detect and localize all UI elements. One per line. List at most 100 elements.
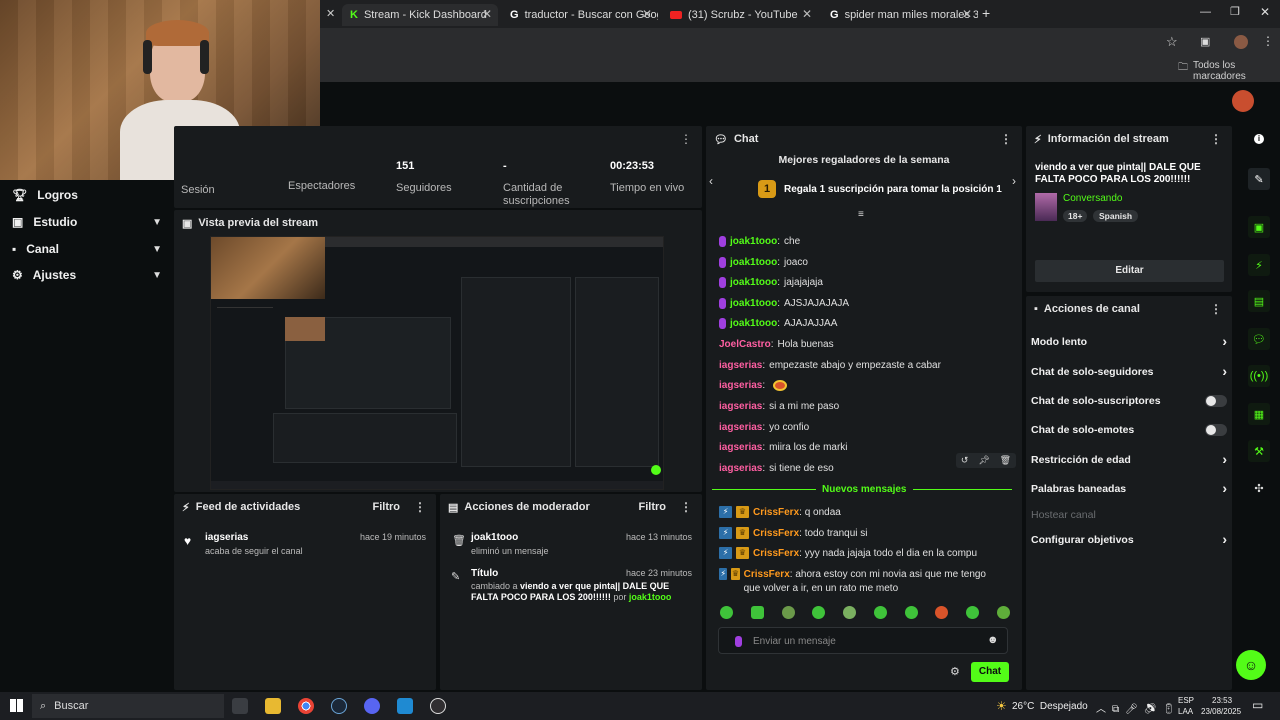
- chat-username[interactable]: iagserias: [719, 463, 762, 474]
- new-messages-label[interactable]: Nuevos mensajes: [816, 484, 913, 495]
- gift-sub-cta[interactable]: Regala 1 suscripción para tomar la posic…: [784, 184, 1002, 195]
- activity-filter-button[interactable]: Filtro: [373, 501, 401, 513]
- minimize-icon[interactable]: —: [1200, 6, 1211, 18]
- chat-username[interactable]: joak1tooo: [730, 318, 777, 329]
- edit-stream-button[interactable]: Editar: [1035, 260, 1224, 282]
- chat-message[interactable]: joak1tooo: AJSJAJAJAJA: [719, 298, 849, 309]
- close-tab-icon[interactable]: ✕: [962, 7, 972, 21]
- chat-send-button[interactable]: Chat: [971, 662, 1009, 682]
- tab-kick-dashboard[interactable]: K Stream - Kick Dashboard ✕: [342, 4, 498, 26]
- chat-message[interactable]: joak1tooo: jajajajaja: [719, 277, 823, 288]
- sidebar-item-estudio[interactable]: ▣ Estudio ▼: [12, 215, 162, 229]
- chat-message[interactable]: ⚡︎ ♛ CrissFerx: yyy nada jajaja todo el di…: [719, 547, 999, 561]
- mod-action-user[interactable]: joak1tooo: [471, 532, 518, 543]
- chat-username[interactable]: joak1tooo: [730, 257, 777, 268]
- chat-message[interactable]: iagserias:: [719, 380, 788, 391]
- bookmark-star-icon[interactable]: ☆: [1166, 34, 1178, 50]
- task-view-icon[interactable]: [232, 698, 248, 714]
- chat-username[interactable]: iagserias: [719, 360, 762, 371]
- chat-message[interactable]: ⚡︎ ♛ CrissFerx: todo tranqui si: [719, 527, 999, 541]
- mod-filter-button[interactable]: Filtro: [639, 501, 667, 513]
- emote-icon[interactable]: [720, 606, 733, 619]
- sidebar-item-canal[interactable]: ▪ Canal ▼: [12, 242, 162, 256]
- channel-action-6[interactable]: Palabras baneadas ›: [1031, 480, 1227, 496]
- clock-date[interactable]: 23/08/2025: [1201, 707, 1241, 716]
- chat-username[interactable]: CrissFerx: [753, 507, 799, 518]
- sidebar-item-logros[interactable]: 🏆︎ Logros: [12, 188, 162, 202]
- more-options-icon[interactable]: ⋮: [680, 500, 692, 514]
- chat-message[interactable]: iagserias: yo confio: [719, 422, 809, 433]
- emoji-picker-icon[interactable]: ☻: [987, 634, 999, 646]
- delete-icon[interactable]: 🗑︎: [1000, 455, 1011, 466]
- chat-username[interactable]: iagserias: [719, 442, 762, 453]
- pin-icon[interactable]: 📌︎: [978, 455, 989, 466]
- more-options-icon[interactable]: ⋮: [680, 132, 692, 146]
- close-tab-icon[interactable]: ✕: [482, 7, 492, 21]
- close-tab-icon[interactable]: ✕: [642, 7, 652, 21]
- chrome-icon[interactable]: [298, 698, 314, 714]
- all-bookmarks-button[interactable]: 🗀 Todos los marcadores: [1178, 60, 1280, 82]
- channel-action-2[interactable]: Chat de solo-seguidores ›: [1031, 363, 1227, 379]
- emote-icon[interactable]: [781, 606, 795, 619]
- channel-action-1[interactable]: Modo lento ›: [1031, 333, 1227, 349]
- restore-icon[interactable]: ❐: [1230, 5, 1240, 18]
- more-options-icon[interactable]: ⋮: [414, 500, 426, 514]
- more-options-icon[interactable]: ⋮: [1210, 132, 1222, 146]
- chat-message[interactable]: iagserias: si tiene de eso: [719, 463, 834, 474]
- chat-username[interactable]: joak1tooo: [730, 277, 777, 288]
- emote-icon[interactable]: [812, 606, 826, 619]
- emote-icon[interactable]: [935, 606, 949, 619]
- channel-action-4[interactable]: Chat de solo-emotes: [1031, 424, 1227, 436]
- pinned-icon[interactable]: ≡: [858, 209, 864, 220]
- chat-settings-icon[interactable]: ⚙: [950, 665, 960, 678]
- rail-list-button[interactable]: ▤: [1248, 290, 1270, 312]
- support-button[interactable]: ☺: [1236, 650, 1266, 680]
- emote-icon[interactable]: [966, 606, 980, 619]
- notifications-icon[interactable]: ▭: [1252, 698, 1263, 712]
- activity-user[interactable]: iagserias: [205, 532, 248, 543]
- sidebar-item-ajustes[interactable]: ⚙ Ajustes ▼: [12, 268, 162, 282]
- emote-icon[interactable]: [904, 606, 918, 619]
- rail-layers-button[interactable]: ▦: [1248, 403, 1270, 425]
- chat-username[interactable]: CrissFerx: [744, 569, 790, 580]
- chevron-right-icon[interactable]: ›: [1012, 174, 1016, 188]
- windows-start-icon[interactable]: [10, 699, 23, 712]
- close-tab-icon[interactable]: ✕: [802, 7, 812, 21]
- chat-message[interactable]: ⚡︎ ♛ CrissFerx: q ondaa: [719, 506, 999, 520]
- rail-tools-button[interactable]: ⚒: [1248, 440, 1270, 462]
- tab-youtube[interactable]: (31) Scrubz - YouTube ✕: [662, 4, 818, 26]
- close-tab-icon[interactable]: ✕: [326, 7, 335, 20]
- browser-menu-icon[interactable]: ⋮: [1262, 34, 1274, 48]
- chat-message[interactable]: joak1tooo: che: [719, 236, 800, 247]
- chat-message[interactable]: JoelCastro: Hola buenas: [719, 339, 834, 350]
- chat-username[interactable]: iagserias: [719, 422, 762, 433]
- file-explorer-icon[interactable]: [265, 698, 281, 714]
- steam-icon[interactable]: [331, 698, 347, 714]
- chat-username[interactable]: CrissFerx: [753, 548, 799, 559]
- chevron-left-icon[interactable]: ‹: [709, 174, 713, 188]
- new-tab-icon[interactable]: +: [982, 5, 990, 21]
- rail-chat-button[interactable]: 💬︎: [1248, 328, 1270, 350]
- chat-username[interactable]: joak1tooo: [730, 298, 777, 309]
- channel-action-5[interactable]: Restricción de edad ›: [1031, 451, 1227, 467]
- discord-icon[interactable]: [364, 698, 380, 714]
- chat-input-box[interactable]: Enviar un mensaje ☻: [718, 627, 1008, 654]
- toggle-switch[interactable]: [1205, 395, 1227, 407]
- emote-icon[interactable]: [873, 606, 887, 619]
- channel-action-3[interactable]: Chat de solo-suscriptores: [1031, 395, 1227, 407]
- emote-icon[interactable]: [843, 606, 857, 619]
- emote-icon[interactable]: [750, 606, 764, 619]
- chat-message[interactable]: ⚡︎ ♛ CrissFerx: ahora estoy con mi novia a…: [719, 568, 999, 596]
- rail-bolt-button[interactable]: ⚡︎: [1248, 254, 1270, 276]
- info-icon[interactable]: i: [1254, 134, 1264, 144]
- chat-message[interactable]: joak1tooo: AJAJAJJAA: [719, 318, 837, 329]
- user-avatar[interactable]: [1232, 90, 1254, 112]
- chat-message[interactable]: joak1tooo: joaco: [719, 257, 808, 268]
- vscode-icon[interactable]: [397, 698, 413, 714]
- chat-username[interactable]: CrissFerx: [753, 528, 799, 539]
- toggle-switch[interactable]: [1205, 424, 1227, 436]
- taskbar-search[interactable]: ⌕ Buscar: [32, 694, 224, 718]
- rail-more-button[interactable]: ✣: [1248, 477, 1270, 499]
- close-window-icon[interactable]: ✕: [1260, 5, 1270, 19]
- chat-username[interactable]: iagserias: [719, 380, 762, 391]
